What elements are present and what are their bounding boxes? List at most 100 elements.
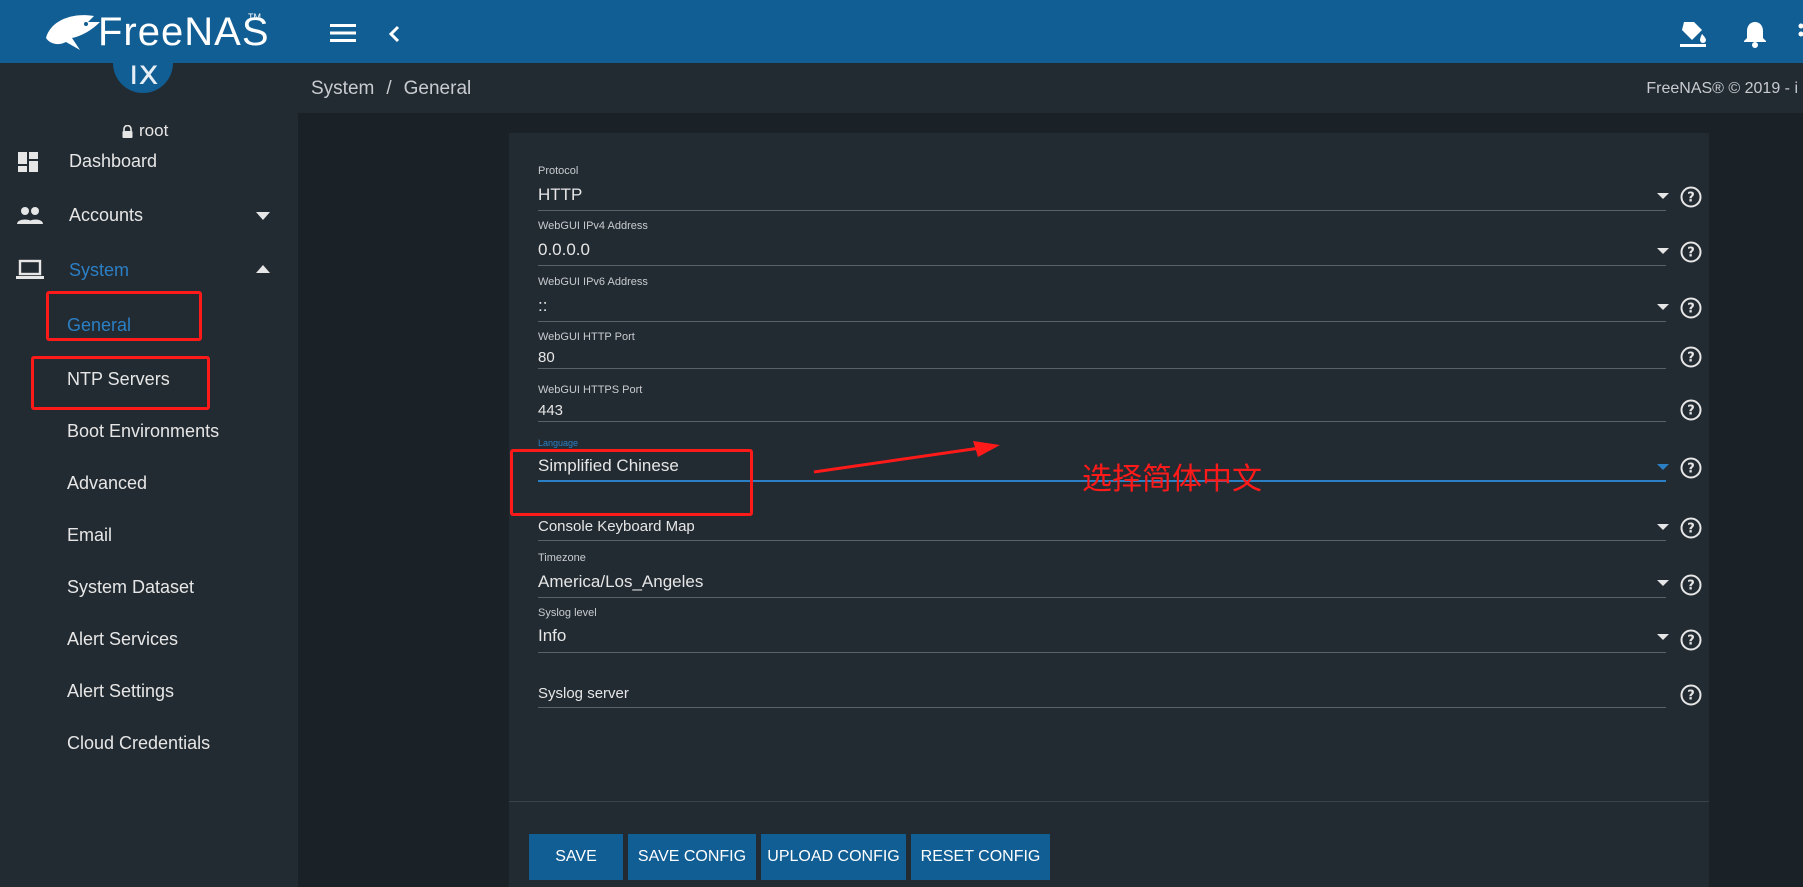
reset-config-button[interactable]: RESET CONFIG	[911, 834, 1050, 880]
dropdown-arrow-icon	[1657, 464, 1669, 470]
chevron-left-icon[interactable]	[388, 25, 400, 43]
sidebar-item-label: Dashboard	[69, 151, 158, 171]
upload-config-button[interactable]: UPLOAD CONFIG	[761, 834, 906, 880]
people-icon	[17, 207, 43, 224]
logo-text: FreeNAS	[98, 10, 270, 54]
field-label: Protocol	[538, 165, 579, 177]
svg-text:?: ?	[1687, 634, 1695, 649]
help-icon[interactable]: ?	[1680, 684, 1702, 706]
sidebar-item-label: System	[69, 260, 130, 280]
sidebar-subitem-alert-services[interactable]: Alert Services	[0, 615, 298, 665]
sidebar-item-system[interactable]: System	[0, 246, 298, 296]
field-label: Syslog level	[538, 607, 597, 619]
field-underline	[538, 368, 1666, 369]
logo-trademark: TM	[248, 12, 261, 22]
card-divider	[509, 801, 1709, 802]
field-value: Console Keyboard Map	[538, 518, 695, 535]
dashboard-icon	[18, 152, 38, 172]
help-icon[interactable]: ?	[1680, 629, 1702, 651]
sidebar-subitem-label: Alert Services	[67, 629, 179, 649]
field-value: America/Los_Angeles	[538, 572, 704, 591]
field-value: Info	[538, 626, 567, 645]
field-label: WebGUI HTTPS Port	[538, 384, 643, 396]
sidebar-subitem-alert-settings[interactable]: Alert Settings	[0, 667, 298, 717]
svg-text:?: ?	[1687, 462, 1695, 477]
sidebar-subitem-label: Advanced	[67, 473, 148, 493]
annotation-text: 选择简体中文	[1082, 462, 1262, 497]
field-underline	[538, 707, 1666, 708]
field-label: WebGUI HTTP Port	[538, 331, 635, 343]
avatar-glyph: ix	[129, 63, 159, 93]
field-label: WebGUI IPv6 Address	[538, 276, 648, 288]
breadcrumb-separator: /	[386, 78, 392, 99]
dropdown-arrow-icon	[1657, 248, 1669, 254]
svg-text:?: ?	[1687, 579, 1695, 594]
sidebar-item-dashboard[interactable]: Dashboard	[0, 137, 298, 187]
breadcrumb-bar: System / General FreeNAS® © 2019 - i	[298, 63, 1803, 113]
sidebar: ix root Dashboard Accounts System Genera…	[0, 63, 298, 887]
freenas-logo[interactable]: FreeNAS TM	[42, 8, 272, 56]
save-config-button[interactable]: SAVE CONFIG	[628, 834, 756, 880]
sidebar-item-label: Accounts	[69, 205, 144, 225]
dropdown-arrow-icon	[1657, 304, 1669, 310]
field-underline	[538, 421, 1666, 422]
help-icon[interactable]: ?	[1680, 517, 1702, 539]
breadcrumb-current: General	[403, 78, 472, 99]
help-icon[interactable]: ?	[1680, 241, 1702, 263]
dropdown-arrow-icon	[1657, 193, 1669, 199]
breadcrumb-parent[interactable]: System	[311, 78, 374, 99]
avatar: ix	[113, 63, 173, 93]
save-button[interactable]: SAVE	[529, 834, 623, 880]
svg-text:?: ?	[1687, 246, 1695, 261]
dropdown-arrow-icon	[1657, 524, 1669, 530]
field-label: Language	[538, 438, 579, 448]
sidebar-subitem-label: System Dataset	[67, 577, 195, 597]
svg-text:?: ?	[1687, 522, 1695, 537]
field-value: ::	[538, 296, 548, 315]
field-underline	[538, 265, 1666, 266]
svg-text:?: ?	[1687, 302, 1695, 317]
help-icon[interactable]: ?	[1680, 457, 1702, 479]
more-options-icon[interactable]	[1795, 22, 1803, 46]
top-bar: FreeNAS TM	[0, 0, 1803, 63]
help-icon[interactable]: ?	[1680, 574, 1702, 596]
field-underline	[538, 321, 1666, 322]
svg-text:?: ?	[1687, 191, 1695, 206]
sidebar-subitem-email[interactable]: Email	[0, 511, 298, 561]
field-underline	[538, 597, 1666, 598]
field-underline	[538, 652, 1666, 653]
field-label: Timezone	[538, 552, 586, 564]
sidebar-subitem-advanced[interactable]: Advanced	[0, 459, 298, 509]
field-value: HTTP	[538, 185, 583, 204]
sidebar-item-accounts[interactable]: Accounts	[0, 191, 298, 241]
field-value: 443	[538, 402, 564, 419]
sidebar-subitem-label: Email	[67, 525, 113, 545]
theme-paint-icon[interactable]	[1678, 18, 1708, 48]
help-icon[interactable]: ?	[1680, 186, 1702, 208]
sidebar-subitem-label: Boot Environments	[67, 421, 220, 441]
field-underline	[538, 540, 1666, 541]
field-label: WebGUI IPv4 Address	[538, 220, 648, 232]
help-icon[interactable]: ?	[1680, 297, 1702, 319]
help-icon[interactable]: ?	[1680, 346, 1702, 368]
annotation-box-language	[510, 449, 753, 516]
caret-up-icon	[256, 265, 270, 273]
sidebar-subitem-boot-environments[interactable]: Boot Environments	[0, 407, 298, 457]
svg-text:?: ?	[1687, 404, 1695, 419]
field-value: 0.0.0.0	[538, 240, 590, 259]
field-underline	[538, 210, 1666, 211]
dropdown-arrow-icon	[1657, 634, 1669, 640]
sidebar-subitem-label: Cloud Credentials	[67, 733, 211, 753]
menu-icon[interactable]	[330, 24, 356, 42]
sidebar-subitem-cloud-credentials[interactable]: Cloud Credentials	[0, 719, 298, 769]
bell-icon[interactable]	[1743, 20, 1767, 48]
sidebar-subitem-system-dataset[interactable]: System Dataset	[0, 563, 298, 613]
field-value: Syslog server	[538, 685, 629, 702]
annotation-box-system	[46, 291, 202, 341]
help-icon[interactable]: ?	[1680, 399, 1702, 421]
annotation-arrow-icon	[813, 441, 1000, 474]
svg-text:?: ?	[1687, 351, 1695, 366]
annotation-box-general	[31, 356, 210, 410]
caret-down-icon	[256, 212, 270, 220]
laptop-icon	[16, 259, 44, 279]
